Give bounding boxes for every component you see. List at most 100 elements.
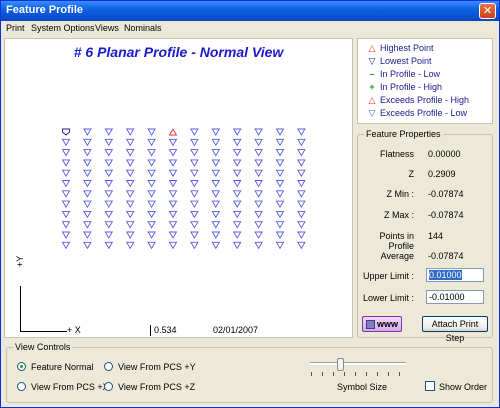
symbol-size-slider-thumb[interactable] bbox=[337, 358, 344, 371]
point-marker bbox=[147, 128, 156, 136]
point-marker bbox=[254, 221, 263, 229]
point-marker bbox=[254, 169, 263, 178]
menu-views[interactable]: Views bbox=[95, 23, 119, 33]
show-order-label: Show Order bbox=[439, 382, 488, 392]
point-marker bbox=[125, 190, 135, 198]
point-marker bbox=[190, 149, 199, 157]
flatness-value: 0.00000 bbox=[428, 149, 461, 159]
point-marker bbox=[168, 138, 178, 147]
point-marker bbox=[232, 128, 242, 136]
y-axis-label: +Y bbox=[15, 255, 25, 267]
menu-nominals[interactable]: Nominals bbox=[124, 23, 162, 33]
radio-view-pcs-x[interactable] bbox=[17, 382, 26, 391]
point-marker bbox=[190, 169, 199, 178]
point-marker bbox=[232, 190, 242, 198]
radio-view-pcs-y[interactable] bbox=[104, 362, 113, 371]
point-marker bbox=[297, 138, 306, 147]
scale-bar bbox=[150, 325, 151, 336]
point-marker bbox=[275, 210, 285, 219]
point-marker bbox=[232, 159, 242, 167]
point-marker bbox=[211, 231, 221, 239]
legend-item: △ Exceeds Profile - High bbox=[366, 95, 470, 107]
point-marker bbox=[297, 180, 306, 188]
window-title: Feature Profile bbox=[6, 4, 84, 16]
attach-print-step-button[interactable]: Attach Print Step bbox=[422, 316, 488, 343]
point-marker bbox=[297, 210, 306, 219]
point-marker bbox=[83, 128, 92, 136]
point-marker bbox=[147, 190, 156, 198]
point-marker bbox=[211, 210, 221, 219]
point-marker bbox=[190, 138, 199, 147]
point-marker bbox=[147, 169, 156, 178]
point-marker bbox=[232, 221, 242, 229]
point-marker bbox=[232, 210, 242, 219]
point-marker bbox=[211, 159, 221, 167]
menu-print[interactable]: Print bbox=[6, 23, 25, 33]
legend-item: – In Profile - Low bbox=[366, 69, 440, 81]
point-marker bbox=[275, 200, 285, 208]
point-marker bbox=[275, 138, 285, 147]
upper-limit-input[interactable]: 0.01000 bbox=[426, 268, 484, 282]
point-marker bbox=[83, 169, 92, 178]
point-marker bbox=[275, 241, 285, 250]
close-button[interactable]: ✕ bbox=[479, 3, 496, 19]
point-marker bbox=[125, 138, 135, 147]
point-marker bbox=[83, 241, 92, 250]
point-marker bbox=[190, 180, 199, 188]
plus-icon: + bbox=[369, 82, 375, 92]
point-marker bbox=[168, 210, 178, 219]
view-controls-group: View Controls Feature Normal View From P… bbox=[6, 342, 493, 403]
point-marker bbox=[61, 180, 71, 188]
lower-limit-input[interactable]: -0.01000 bbox=[426, 290, 484, 304]
point-marker bbox=[104, 190, 114, 198]
point-marker bbox=[254, 200, 263, 208]
point-marker bbox=[211, 138, 221, 147]
radio-view-pcs-y-label: View From PCS +Y bbox=[118, 362, 196, 372]
point-marker bbox=[147, 231, 156, 239]
point-marker bbox=[61, 138, 71, 147]
point-marker bbox=[168, 200, 178, 208]
point-grid bbox=[61, 128, 306, 250]
point-marker bbox=[61, 241, 71, 250]
point-marker bbox=[297, 149, 306, 157]
point-marker bbox=[61, 159, 71, 167]
point-marker bbox=[232, 241, 242, 250]
point-marker bbox=[125, 200, 135, 208]
slider-ticks bbox=[311, 372, 407, 376]
point-marker bbox=[254, 138, 263, 147]
point-marker bbox=[297, 169, 306, 178]
point-marker bbox=[168, 169, 178, 178]
point-marker bbox=[125, 149, 135, 157]
radio-view-pcs-z-label: View From PCS +Z bbox=[118, 382, 196, 392]
down-triangle-icon: ▽ bbox=[368, 108, 376, 118]
point-marker bbox=[232, 149, 242, 157]
point-marker bbox=[147, 221, 156, 229]
show-order-checkbox[interactable] bbox=[425, 381, 435, 391]
y-axis-line bbox=[20, 286, 21, 332]
point-marker bbox=[61, 190, 71, 198]
radio-view-pcs-z[interactable] bbox=[104, 382, 113, 391]
point-marker bbox=[168, 159, 178, 167]
highest-point-marker bbox=[168, 128, 178, 136]
lowest-point-marker bbox=[62, 128, 70, 136]
point-marker bbox=[297, 128, 306, 136]
point-marker bbox=[275, 221, 285, 229]
up-triangle-outline-icon: △ bbox=[368, 43, 376, 53]
symbol-size-track[interactable] bbox=[310, 362, 406, 365]
point-marker bbox=[254, 231, 263, 239]
down-shield-icon: ▽ bbox=[368, 56, 376, 66]
point-marker bbox=[61, 231, 71, 239]
point-marker bbox=[147, 159, 156, 167]
point-marker bbox=[125, 221, 135, 229]
point-marker bbox=[168, 231, 178, 239]
radio-feature-normal[interactable] bbox=[17, 362, 26, 371]
point-marker bbox=[275, 128, 285, 136]
zmin-value: -0.07874 bbox=[428, 189, 464, 199]
point-marker bbox=[125, 128, 135, 136]
radio-feature-normal-label: Feature Normal bbox=[31, 362, 94, 372]
z-label: Z bbox=[408, 169, 415, 179]
point-marker bbox=[254, 159, 263, 167]
menu-system-options[interactable]: System Options bbox=[31, 23, 95, 33]
www-button[interactable]: www bbox=[362, 316, 402, 332]
point-marker bbox=[83, 190, 92, 198]
